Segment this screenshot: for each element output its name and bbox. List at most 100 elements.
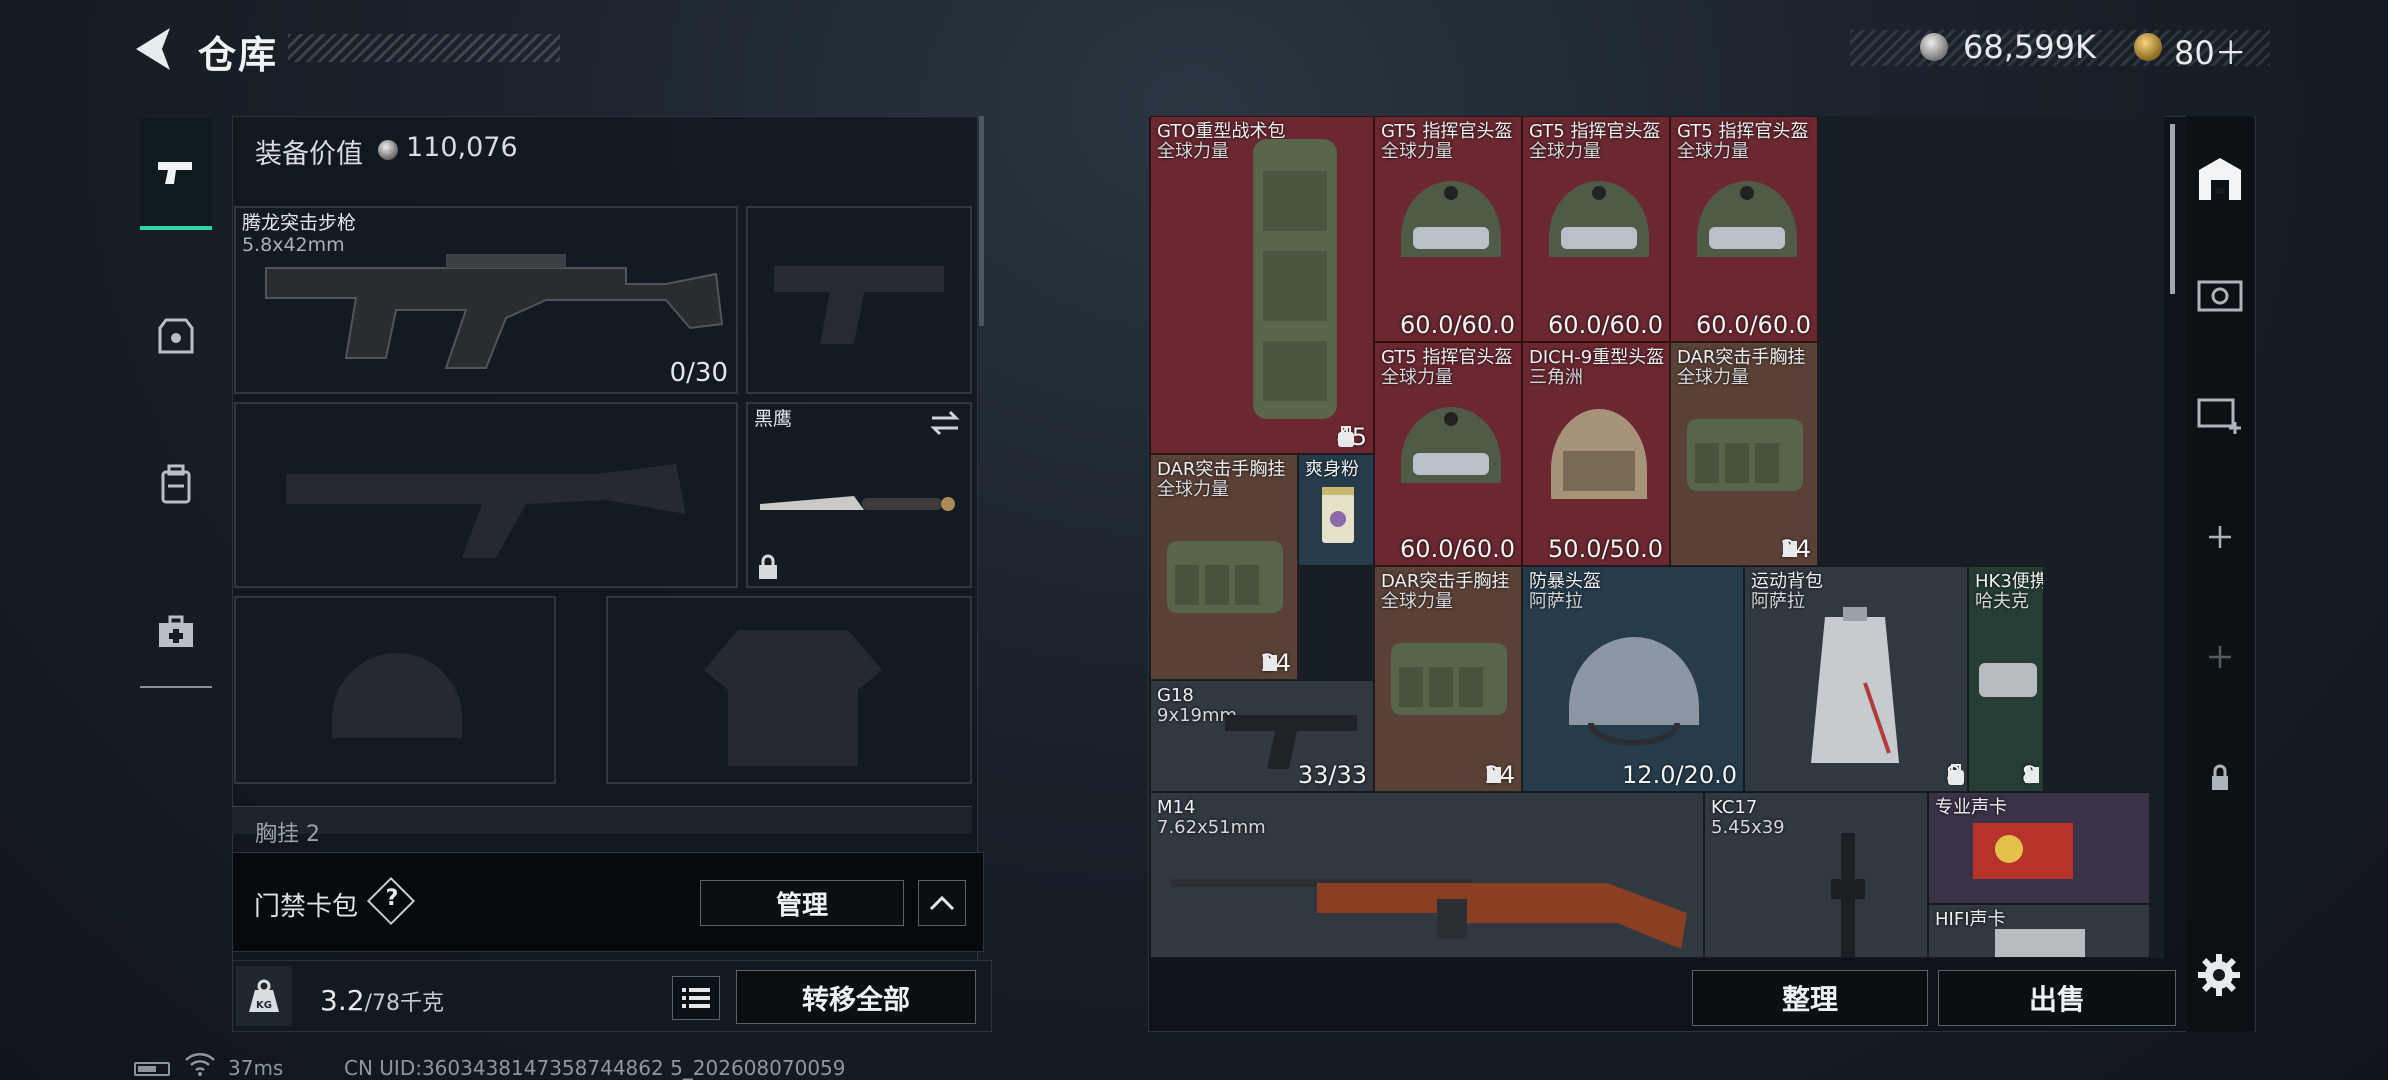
sort-button[interactable]: 整理 bbox=[1692, 970, 1928, 1026]
item-quantity: 24 bbox=[1484, 761, 1515, 789]
plus-icon bbox=[2209, 526, 2231, 548]
loadout-scrollbar[interactable] bbox=[979, 116, 984, 326]
item-durability: 50.0/50.0 bbox=[1548, 535, 1663, 563]
back-arrow-icon[interactable] bbox=[126, 22, 182, 76]
sound-card-icon bbox=[1995, 929, 2085, 957]
secondary-weapon-slot[interactable] bbox=[234, 402, 738, 588]
assault-rifle-icon bbox=[265, 254, 724, 369]
transfer-all-button[interactable]: 转移全部 bbox=[736, 970, 976, 1024]
item-name: GT5 指挥官头盔 bbox=[1381, 121, 1513, 142]
pistol-icon bbox=[158, 162, 192, 184]
silver-coin-icon bbox=[378, 140, 398, 160]
collapse-button[interactable] bbox=[918, 880, 966, 926]
tab-medical[interactable] bbox=[140, 576, 212, 688]
gold-coin-icon bbox=[2134, 33, 2162, 61]
helmet-icon bbox=[1401, 181, 1501, 257]
weight-current: 3.2 bbox=[320, 984, 365, 1017]
storage-item-riot-helmet[interactable]: 防暴头盔 阿萨拉 12.0/20.0 bbox=[1522, 566, 1744, 792]
silver-coin-icon bbox=[1920, 33, 1948, 61]
weight-value: 3.2/78千克 bbox=[320, 984, 444, 1017]
vault-icon bbox=[2197, 280, 2243, 312]
list-view-button[interactable] bbox=[672, 976, 720, 1020]
sidearm-slot[interactable] bbox=[746, 206, 972, 394]
item-durability: 12.0/20.0 bbox=[1622, 761, 1737, 789]
weight-capacity: /78千克 bbox=[364, 991, 444, 1016]
item-name: GT5 指挥官头盔 bbox=[1529, 121, 1661, 142]
add-storage-tab[interactable] bbox=[2186, 368, 2254, 458]
sell-button[interactable]: 出售 bbox=[1938, 970, 2176, 1026]
storage-item-gt5-helmet[interactable]: GT5 指挥官头盔 全球力量 60.0/60.0 bbox=[1374, 116, 1522, 342]
locked-tab[interactable] bbox=[2186, 732, 2254, 822]
add-tab-button[interactable] bbox=[2186, 492, 2254, 582]
tab-armor[interactable] bbox=[140, 280, 212, 392]
gear-icon[interactable] bbox=[2196, 952, 2242, 998]
item-source: 全球力量 bbox=[1381, 591, 1453, 612]
warehouse-tab[interactable] bbox=[2186, 134, 2254, 224]
backpack-icon bbox=[1338, 426, 1355, 447]
tab-backpack[interactable] bbox=[140, 428, 212, 540]
item-source: 全球力量 bbox=[1677, 367, 1749, 388]
pistol-icon bbox=[774, 266, 944, 344]
primary-weapon-slot[interactable]: 腾龙突击步枪 5.8x42mm 0/30 bbox=[234, 206, 738, 394]
item-name: 运动背包 bbox=[1751, 571, 1823, 592]
item-source: 阿萨拉 bbox=[1529, 591, 1583, 612]
storage-scrollbar[interactable] bbox=[2170, 124, 2175, 294]
silver-currency-value: 68,599K bbox=[1963, 28, 2096, 66]
equipment-value: 110,076 bbox=[406, 132, 518, 163]
page-title: 仓库 bbox=[198, 33, 279, 77]
gold-currency-value[interactable]: 80＋ bbox=[2174, 28, 2247, 74]
storage-item-hk3-rig[interactable]: HK3便携... 哈夫克 8 bbox=[1968, 566, 2044, 792]
storage-item-g18-pistol[interactable]: G18 9x19mm 33/33 bbox=[1150, 680, 1374, 792]
knife-icon bbox=[760, 496, 955, 511]
item-ammo-count: 33/33 bbox=[1297, 761, 1367, 789]
item-source: 全球力量 bbox=[1529, 141, 1601, 162]
chevron-up-icon bbox=[929, 895, 955, 911]
keycard-bag-label: 门禁卡包 bbox=[254, 892, 359, 922]
storage-item-dar-chest-rig[interactable]: DAR突击手胸挂 全球力量 24 bbox=[1374, 566, 1522, 792]
item-name: GT5 指挥官头盔 bbox=[1381, 347, 1513, 368]
storage-item-pro-sound-card[interactable]: 专业声卡 bbox=[1928, 792, 2150, 904]
storage-item-gt5-helmet[interactable]: GT5 指挥官头盔 全球力量 60.0/60.0 bbox=[1522, 116, 1670, 342]
item-source: 阿萨拉 bbox=[1751, 591, 1805, 612]
item-name: 爽身粉 bbox=[1305, 459, 1359, 480]
item-name: G18 bbox=[1157, 685, 1194, 706]
storage-item-m14[interactable]: M14 7.62x51mm bbox=[1150, 792, 1704, 958]
wifi-icon bbox=[185, 1053, 215, 1076]
lock-icon bbox=[2212, 764, 2228, 790]
storage-item-talc-powder[interactable]: 爽身粉 bbox=[1298, 454, 1374, 566]
item-quantity: 8 bbox=[2022, 761, 2039, 789]
user-uid: CN UID:3603438147358744862 5_20260807005… bbox=[344, 1056, 846, 1080]
storage-item-hifi-sound-card[interactable]: HIFI声卡 bbox=[1928, 904, 2150, 958]
storage-item-sport-backpack[interactable]: 运动背包 阿萨拉 8 bbox=[1744, 566, 1968, 792]
storage-item-kc17[interactable]: KC17 5.45x39 bbox=[1704, 792, 1928, 958]
duffel-bag-icon bbox=[1811, 607, 1899, 763]
melee-slot[interactable]: 黑鹰 bbox=[746, 402, 972, 588]
swap-icon[interactable] bbox=[928, 410, 962, 436]
plus-icon bbox=[2209, 646, 2231, 668]
item-durability: 60.0/60.0 bbox=[1400, 535, 1515, 563]
storage-item-gto-backpack[interactable]: GTO重型战术包 全球力量 45 bbox=[1150, 116, 1374, 454]
tab-weapons[interactable] bbox=[140, 118, 212, 230]
item-quantity: 24 bbox=[1260, 649, 1291, 677]
helmet-icon bbox=[1401, 407, 1501, 483]
chest-rig-slot[interactable] bbox=[232, 806, 972, 834]
item-name: DAR突击手胸挂 bbox=[1677, 347, 1806, 368]
storage-item-dich9-helmet[interactable]: DICH-9重型头盔 三角洲 50.0/50.0 bbox=[1522, 342, 1670, 566]
item-source: 全球力量 bbox=[1157, 141, 1229, 162]
heavy-helmet-icon bbox=[1551, 409, 1647, 499]
storage-item-dar-chest-rig[interactable]: DAR突击手胸挂 全球力量 24 bbox=[1150, 454, 1298, 680]
storage-item-dar-chest-rig[interactable]: DAR突击手胸挂 全球力量 24 bbox=[1670, 342, 1818, 566]
storage-grid: GTO重型战术包 全球力量 45 GT5 指挥官头盔 全球力量 60.0/60.… bbox=[1150, 116, 2164, 958]
item-name: DAR突击手胸挂 bbox=[1157, 459, 1286, 480]
storage-item-gt5-helmet[interactable]: GT5 指挥官头盔 全球力量 60.0/60.0 bbox=[1374, 342, 1522, 566]
backpack-icon bbox=[161, 464, 191, 504]
helmet-icon bbox=[332, 653, 462, 738]
body-armor-slot[interactable] bbox=[606, 596, 972, 784]
manage-button[interactable]: 管理 bbox=[700, 880, 904, 926]
vault-tab[interactable] bbox=[2186, 250, 2254, 340]
vest-icon bbox=[1487, 767, 1502, 783]
storage-item-gt5-helmet[interactable]: GT5 指挥官头盔 全球力量 60.0/60.0 bbox=[1670, 116, 1818, 342]
add-tab-button[interactable] bbox=[2186, 612, 2254, 702]
title-stripe bbox=[288, 34, 560, 62]
helmet-slot[interactable] bbox=[234, 596, 556, 784]
